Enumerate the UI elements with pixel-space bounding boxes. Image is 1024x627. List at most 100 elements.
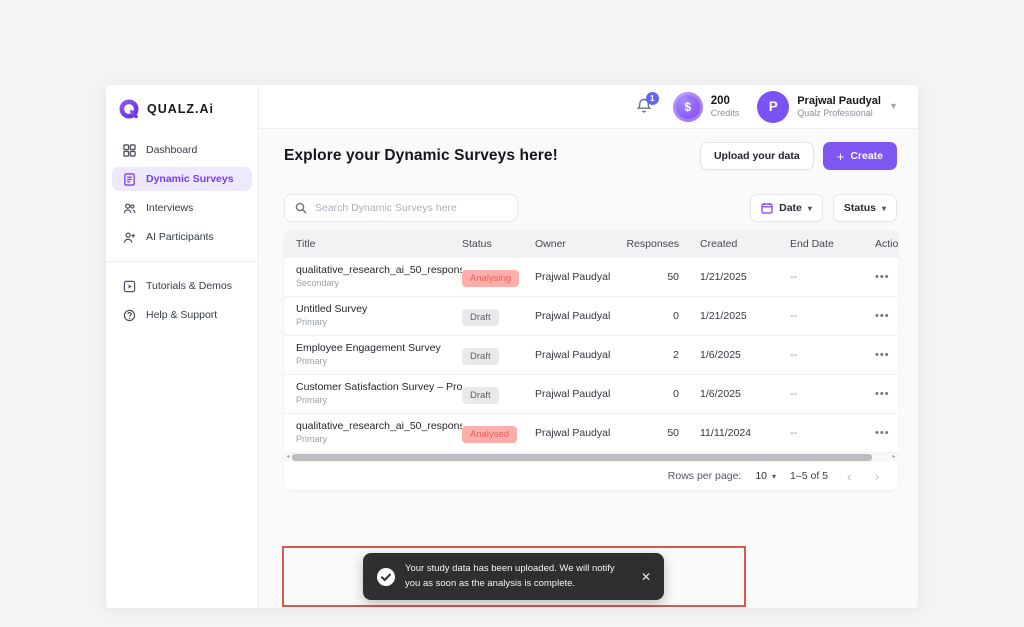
sidebar-item-label: Help & Support	[146, 309, 217, 321]
close-icon[interactable]: ✕	[639, 570, 651, 584]
survey-title: qualitative_research_ai_50_responses_	[296, 420, 462, 434]
top-header: 1 $ 200 Credits P Prajwal Paudyal Qualz …	[259, 85, 918, 129]
qualz-logo-icon	[119, 99, 140, 120]
responses-cell: 0	[623, 388, 679, 400]
notifications-button[interactable]: 1	[635, 97, 655, 117]
notification-count-badge: 1	[646, 92, 659, 105]
upload-data-button[interactable]: Upload your data	[700, 142, 814, 170]
table-row[interactable]: Employee Engagement Survey Primary Draft…	[284, 336, 898, 375]
caret-down-icon: ▾	[882, 204, 886, 213]
owner-cell: Prajwal Paudyal	[535, 310, 623, 322]
sidebar-item-ai-participants[interactable]: AI Participants	[112, 225, 252, 249]
scroll-right-arrow[interactable]: ▸	[890, 453, 898, 462]
row-actions-menu[interactable]: •••	[854, 271, 898, 283]
end-date-cell: --	[769, 271, 854, 283]
survey-type: Secondary	[296, 278, 462, 290]
owner-cell: Prajwal Paudyal	[535, 388, 623, 400]
search-input[interactable]	[315, 202, 507, 214]
create-button[interactable]: + Create	[823, 142, 897, 170]
horizontal-scrollbar[interactable]: ◂ ▸	[284, 453, 898, 462]
column-header: End Date	[769, 238, 854, 250]
person-add-icon	[122, 230, 136, 244]
credits-label: Credits	[711, 108, 740, 119]
table-header: TitleStatusOwnerResponsesCreatedEnd Date…	[284, 230, 898, 258]
chevron-down-icon: ▾	[891, 101, 896, 112]
survey-type: Primary	[296, 434, 462, 446]
row-actions-menu[interactable]: •••	[854, 427, 898, 439]
sidebar-item-tutorials-demos[interactable]: Tutorials & Demos	[112, 274, 252, 298]
rows-per-page-select[interactable]: 10 ▾	[755, 470, 776, 482]
sidebar-item-label: Interviews	[146, 202, 193, 214]
rows-per-page-label: Rows per page:	[668, 470, 742, 482]
created-cell: 1/21/2025	[679, 310, 769, 322]
responses-cell: 0	[623, 310, 679, 322]
end-date-cell: --	[769, 310, 854, 322]
pagination-range: 1–5 of 5	[790, 470, 828, 482]
people-icon	[122, 201, 136, 215]
sidebar-item-dynamic-surveys[interactable]: Dynamic Surveys	[112, 167, 252, 191]
status-badge: Draft	[462, 309, 499, 326]
column-header: Responses	[623, 238, 679, 250]
sidebar-item-interviews[interactable]: Interviews	[112, 196, 252, 220]
status-filter-button[interactable]: Status ▾	[833, 194, 897, 222]
credits-widget[interactable]: $ 200 Credits	[673, 92, 740, 122]
column-header: Owner	[535, 238, 623, 250]
table-row[interactable]: qualitative_research_ai_50_responses_ Se…	[284, 258, 898, 297]
status-badge: Draft	[462, 387, 499, 404]
table-row[interactable]: Customer Satisfaction Survey – Produc Pr…	[284, 375, 898, 414]
row-actions-menu[interactable]: •••	[854, 310, 898, 322]
plus-icon: +	[837, 149, 845, 164]
status-badge: Analysing	[462, 270, 519, 287]
check-circle-icon	[376, 567, 396, 587]
user-plan: Qualz Professional	[797, 108, 881, 120]
table-row[interactable]: Untitled Survey Primary Draft Prajwal Pa…	[284, 297, 898, 336]
sidebar-item-dashboard[interactable]: Dashboard	[112, 138, 252, 162]
main-content: Explore your Dynamic Surveys here! Uploa…	[260, 129, 918, 608]
sidebar-item-label: AI Participants	[146, 231, 214, 243]
toast-notification: Your study data has been uploaded. We wi…	[363, 553, 664, 600]
page-title: Explore your Dynamic Surveys here!	[284, 147, 558, 165]
table-row[interactable]: qualitative_research_ai_50_responses_ Pr…	[284, 414, 898, 453]
help-circle-icon	[122, 308, 136, 322]
status-badge: Draft	[462, 348, 499, 365]
survey-type: Primary	[296, 317, 462, 329]
pagination-bar: Rows per page: 10 ▾ 1–5 of 5 ‹ ›	[284, 462, 898, 490]
create-button-label: Create	[850, 150, 883, 162]
credits-value: 200	[711, 94, 740, 108]
owner-cell: Prajwal Paudyal	[535, 349, 623, 361]
table-body: qualitative_research_ai_50_responses_ Se…	[284, 258, 898, 453]
sidebar-item-label: Tutorials & Demos	[146, 280, 232, 292]
previous-page-button[interactable]: ‹	[842, 469, 856, 484]
row-actions-menu[interactable]: •••	[854, 388, 898, 400]
next-page-button[interactable]: ›	[870, 469, 884, 484]
sidebar-item-label: Dynamic Surveys	[146, 173, 234, 185]
column-header: Actions	[854, 238, 898, 250]
status-filter-label: Status	[844, 202, 876, 214]
credits-coin-icon: $	[673, 92, 703, 122]
responses-cell: 50	[623, 427, 679, 439]
survey-title: qualitative_research_ai_50_responses_	[296, 264, 462, 278]
caret-down-icon: ▾	[772, 472, 776, 481]
created-cell: 1/6/2025	[679, 349, 769, 361]
search-box	[284, 194, 518, 222]
date-filter-button[interactable]: Date ▾	[750, 194, 823, 222]
created-cell: 1/21/2025	[679, 271, 769, 283]
calendar-icon	[761, 202, 773, 214]
date-filter-label: Date	[779, 202, 802, 214]
row-actions-menu[interactable]: •••	[854, 349, 898, 361]
sidebar: QUALZ.Ai Dashboard D	[106, 85, 259, 608]
end-date-cell: --	[769, 349, 854, 361]
sidebar-item-help-support[interactable]: Help & Support	[112, 303, 252, 327]
scroll-left-arrow[interactable]: ◂	[284, 453, 292, 462]
avatar: P	[757, 91, 789, 123]
survey-title: Employee Engagement Survey	[296, 342, 462, 356]
column-header: Title	[296, 238, 462, 250]
scrollbar-thumb[interactable]	[292, 454, 872, 461]
survey-type: Primary	[296, 395, 462, 407]
sidebar-item-label: Dashboard	[146, 144, 197, 156]
brand-logo: QUALZ.Ai	[106, 85, 258, 121]
user-name: Prajwal Paudyal	[797, 94, 881, 108]
video-tutorial-icon	[122, 279, 136, 293]
sidebar-divider	[106, 261, 258, 262]
user-profile-menu[interactable]: P Prajwal Paudyal Qualz Professional ▾	[757, 91, 896, 123]
